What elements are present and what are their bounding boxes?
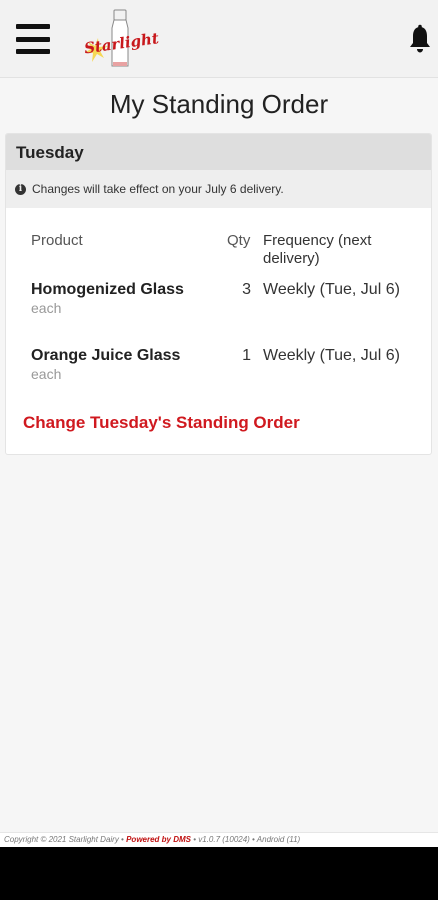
system-navigation-bar [0, 847, 438, 900]
menu-line [16, 49, 50, 54]
product-name: Orange Juice Glass [31, 347, 181, 364]
app-bar: Starlight [0, 0, 438, 78]
page-title: My Standing Order [109, 89, 329, 119]
starlight-logo: Starlight [83, 9, 160, 67]
notice-text: Changes will take effect on your July 6 … [32, 182, 284, 196]
menu-line [16, 36, 50, 42]
change-standing-order-link[interactable]: Change Tuesday's Standing Order [23, 413, 300, 433]
column-header-product: Product [31, 232, 83, 249]
table-row: Orange Juice Glass each [31, 347, 180, 383]
bell-icon[interactable] [408, 24, 432, 54]
table-row: Homogenized Glass each [31, 281, 184, 317]
product-unit: each [31, 300, 62, 316]
footer-version: • v1.0.7 (10024) • Android (11) [191, 835, 301, 844]
standing-order-card: Tuesday i Changes will take effect on yo… [5, 133, 432, 455]
menu-line [16, 24, 50, 29]
product-qty: 3 [242, 281, 251, 298]
product-frequency: Weekly (Tue, Jul 6) [263, 347, 400, 364]
column-header-frequency: Frequency (next delivery) [263, 232, 372, 267]
day-header: Tuesday [6, 134, 431, 170]
product-frequency: Weekly (Tue, Jul 6) [263, 281, 400, 298]
hamburger-menu-icon[interactable] [16, 24, 50, 54]
product-qty: 1 [242, 347, 251, 364]
footer-copyright: Copyright © 2021 Starlight Dairy • [4, 835, 127, 844]
product-unit: each [31, 366, 62, 382]
product-name: Homogenized Glass [31, 281, 184, 298]
column-header-qty: Qty [227, 232, 251, 249]
info-notice: i Changes will take effect on your July … [6, 170, 431, 208]
info-icon: i [15, 183, 26, 195]
powered-by-link[interactable]: Powered by DMS [126, 835, 191, 844]
footer: Copyright © 2021 Starlight Dairy • Power… [0, 832, 438, 847]
